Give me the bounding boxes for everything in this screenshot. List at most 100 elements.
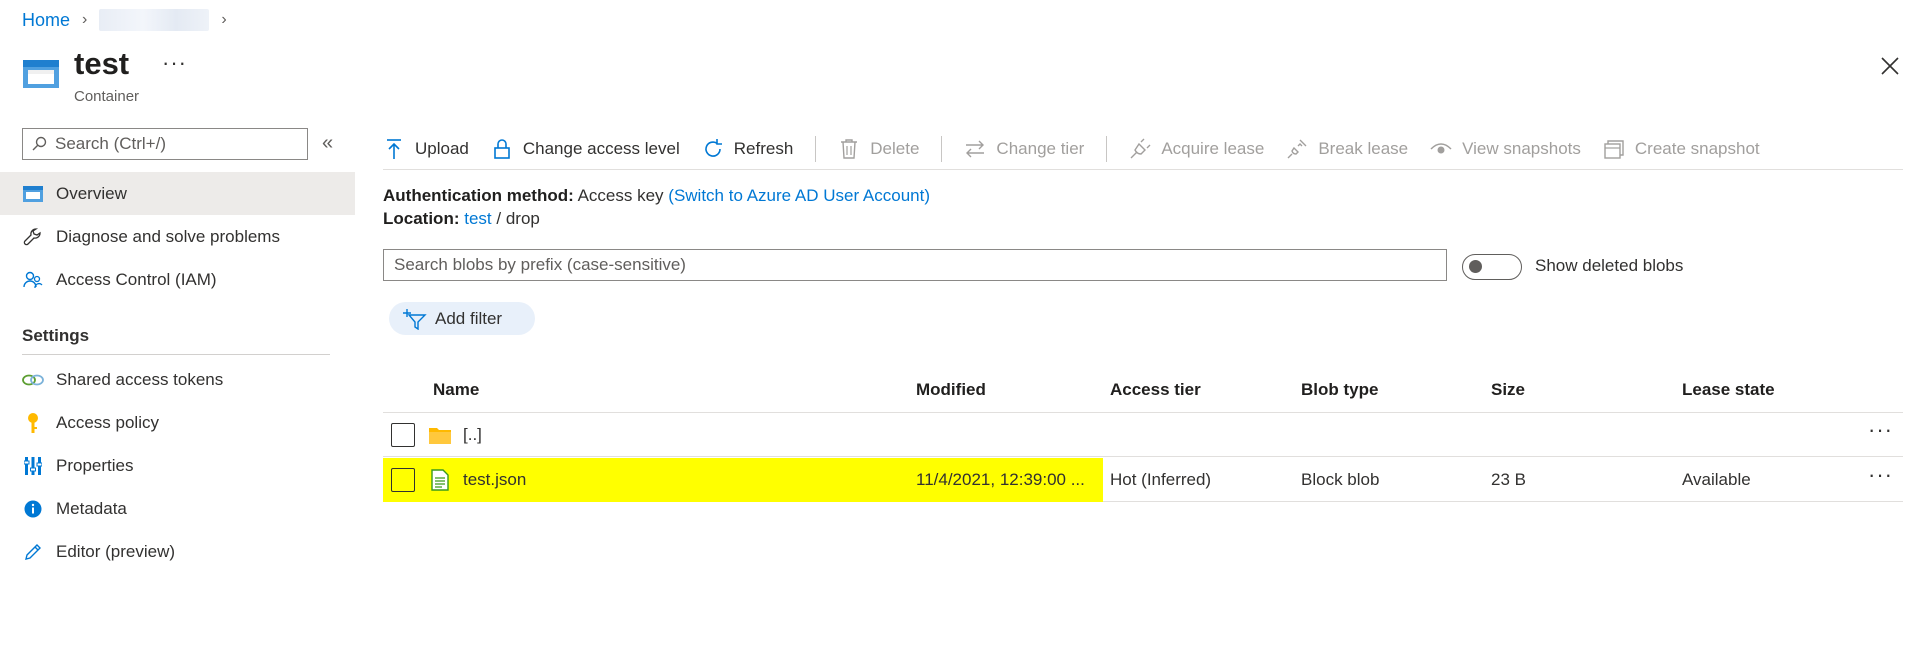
delete-button[interactable]: Delete [838,138,919,160]
add-filter-icon [403,308,427,330]
add-filter-button[interactable]: Add filter [389,302,535,335]
sidebar-item-access-policy[interactable]: Access policy [0,401,355,444]
upload-label: Upload [415,138,469,158]
break-lease-button[interactable]: Break lease [1286,138,1408,160]
view-snapshots-label: View snapshots [1462,138,1581,158]
location-separator: / [496,209,502,228]
show-deleted-toggle[interactable] [1462,254,1522,280]
refresh-label: Refresh [733,138,794,158]
delete-label: Delete [870,138,920,158]
collapse-sidebar-icon[interactable]: « [322,132,333,155]
location-path: drop [505,209,540,228]
toolbar-divider [1106,135,1108,162]
sidebar-item-label: Properties [56,455,134,475]
link-icon [22,369,44,391]
sidebar-item-editor[interactable]: Editor (preview) [0,530,355,573]
row-name-link[interactable]: test.json [463,458,526,502]
change-access-level-button[interactable]: Change access level [491,138,680,160]
sidebar-item-label: Diagnose and solve problems [56,226,280,246]
auth-label: Authentication method: [383,186,574,205]
upload-icon [383,138,405,160]
sidebar-item-metadata[interactable]: Metadata [0,487,355,530]
row-blob-type: Block blob [1301,470,1380,489]
trash-icon [838,138,860,160]
sidebar-item-label: Overview [56,183,127,203]
column-header-lease-state[interactable]: Lease state [1682,368,1775,412]
pencil-icon [22,541,44,563]
chevron-right-icon: › [221,11,227,28]
swap-arrows-icon [964,138,986,160]
row-name[interactable]: [..] [463,413,482,457]
sidebar-search-placeholder: Search (Ctrl+/) [55,134,166,153]
show-deleted-label: Show deleted blobs [1535,256,1684,275]
unplug-icon [1286,138,1308,160]
row-lease-state: Available [1682,470,1751,489]
change-tier-button[interactable]: Change tier [964,138,1084,160]
location-label: Location: [383,209,460,228]
settings-heading: Settings [22,326,90,345]
sidebar-item-iam[interactable]: Access Control (IAM) [0,258,355,301]
toolbar-divider [815,135,817,162]
column-header-access-tier[interactable]: Access tier [1110,368,1201,412]
chevron-right-icon: › [82,11,88,28]
sidebar-item-shared-access-tokens[interactable]: Shared access tokens [0,358,355,401]
sidebar-item-properties[interactable]: Properties [0,444,355,487]
properties-icon [22,455,44,477]
view-snapshots-button[interactable]: View snapshots [1430,138,1581,160]
page-subtitle: Container [74,88,140,105]
snapshot-icon [1603,138,1625,160]
container-icon [22,183,44,205]
create-snapshot-button[interactable]: Create snapshot [1603,138,1760,160]
sidebar-item-overview[interactable]: Overview [0,172,355,215]
location-container-link[interactable]: test [464,209,491,228]
breadcrumb: Home › › [22,8,239,32]
row-checkbox[interactable] [391,423,415,447]
change-access-level-label: Change access level [522,138,680,158]
column-header-blob-type[interactable]: Blob type [1301,368,1378,412]
row-more-icon[interactable]: ··· [1868,419,1893,441]
blob-search-input[interactable]: Search blobs by prefix (case-sensitive) [383,249,1447,281]
wrench-icon [22,226,44,248]
sidebar-item-label: Editor (preview) [56,541,176,561]
change-tier-label: Change tier [996,138,1085,158]
table-row[interactable]: test.json 11/4/2021, 12:39:00 ... Hot (I… [383,458,1903,502]
column-header-modified[interactable]: Modified [916,368,986,412]
plug-icon [1129,138,1151,160]
authentication-method: Authentication method: Access key (Switc… [383,186,930,206]
page-header: test ··· Container [22,46,1902,110]
column-header-name[interactable]: Name [433,368,479,412]
more-options-icon[interactable]: ··· [162,50,187,76]
key-icon [22,412,44,434]
column-header-size[interactable]: Size [1491,368,1525,412]
page-title: test [74,46,130,81]
lock-icon [491,138,513,160]
switch-auth-link[interactable]: (Switch to Azure AD User Account) [668,186,930,205]
toolbar-divider [941,135,943,162]
table-row[interactable]: [..] ··· [383,413,1903,457]
break-lease-label: Break lease [1318,138,1409,158]
sidebar-search-input[interactable]: Search (Ctrl+/) [22,128,308,160]
row-access-tier: Hot (Inferred) [1110,470,1212,489]
upload-button[interactable]: Upload [383,138,469,160]
row-checkbox[interactable] [391,468,415,492]
refresh-button[interactable]: Refresh [702,138,794,160]
breadcrumb-home[interactable]: Home [22,10,70,31]
container-icon [22,58,60,90]
search-icon [32,136,47,151]
sidebar-item-label: Access Control (IAM) [56,269,217,289]
toggle-knob [1469,260,1482,273]
blob-search-placeholder: Search blobs by prefix (case-sensitive) [394,255,686,274]
divider [22,354,330,355]
create-snapshot-label: Create snapshot [1634,138,1760,158]
folder-icon [429,413,451,457]
row-more-icon[interactable]: ··· [1868,464,1893,486]
sidebar-item-label: Metadata [56,498,127,518]
acquire-lease-button[interactable]: Acquire lease [1129,138,1264,160]
close-icon[interactable] [1878,54,1902,78]
sidebar-item-diagnose[interactable]: Diagnose and solve problems [0,215,355,258]
auth-value: Access key [577,186,664,205]
refresh-icon [702,138,724,160]
file-icon [431,458,449,502]
breadcrumb-storage-account[interactable] [99,9,210,31]
sidebar-item-label: Shared access tokens [56,369,224,389]
